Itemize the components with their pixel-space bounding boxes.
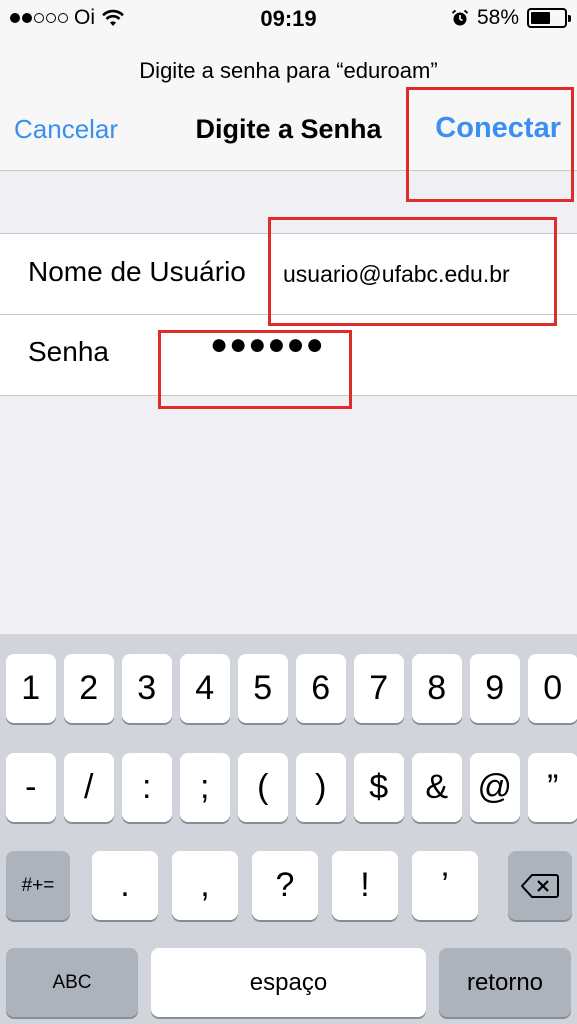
key-0[interactable]: 1 <box>6 654 56 723</box>
symbol-key-7[interactable]: & <box>412 753 462 822</box>
annotation-username <box>268 217 557 326</box>
symbol-key-9[interactable]: ” <box>528 753 577 822</box>
punctuation-key-2[interactable]: ? <box>252 851 318 920</box>
punctuation-key-4[interactable]: ’ <box>412 851 478 920</box>
key-4[interactable]: 5 <box>238 654 288 723</box>
delete-key[interactable] <box>508 851 572 920</box>
key-6[interactable]: 7 <box>354 654 404 723</box>
symbol-key-6[interactable]: $ <box>354 753 404 822</box>
key-9[interactable]: 0 <box>528 654 577 723</box>
key-2[interactable]: 3 <box>122 654 172 723</box>
key-1[interactable]: 2 <box>64 654 114 723</box>
symbol-key-4[interactable]: ( <box>238 753 288 822</box>
backspace-icon <box>521 873 559 898</box>
network-prompt: Digite a senha para “eduroam” <box>139 58 438 83</box>
symbols-key[interactable]: #+= <box>6 851 70 920</box>
keyboard: #+= ABC espaço retorno 1 2 3 4 5 6 7 8 9 0 - /:;() $… <box>0 634 577 1024</box>
symbol-key-8[interactable]: @ <box>470 753 520 822</box>
abc-key[interactable]: ABC <box>6 948 138 1017</box>
symbol-key-0[interactable]: - <box>6 753 56 822</box>
symbol-key-5[interactable]: ) <box>296 753 346 822</box>
symbol-key-3[interactable]: ; <box>180 753 230 822</box>
punctuation-key-1[interactable]: , <box>172 851 238 920</box>
status-bar: Oi 09:19 58% <box>0 0 577 40</box>
key-7[interactable]: 8 <box>412 654 462 723</box>
space-key[interactable]: espaço <box>151 948 426 1017</box>
status-right: 58% <box>451 6 571 30</box>
annotation-password <box>158 330 352 409</box>
battery-percent: 58% <box>476 6 519 29</box>
symbol-key-2[interactable]: : <box>122 753 172 822</box>
punctuation-key-0[interactable]: . <box>92 851 158 920</box>
key-8[interactable]: 9 <box>470 654 520 723</box>
punctuation-key-3[interactable]: ! <box>332 851 398 920</box>
alarm-icon <box>451 9 469 26</box>
annotation-connect <box>406 87 574 202</box>
key-5[interactable]: 6 <box>296 654 346 723</box>
symbol-key-1[interactable]: / <box>64 753 114 822</box>
username-label: Nome de Usuário <box>28 256 246 287</box>
return-key[interactable]: retorno <box>439 948 571 1017</box>
key-3[interactable]: 4 <box>180 654 230 723</box>
password-label: Senha <box>28 336 109 367</box>
battery-icon <box>527 8 571 28</box>
